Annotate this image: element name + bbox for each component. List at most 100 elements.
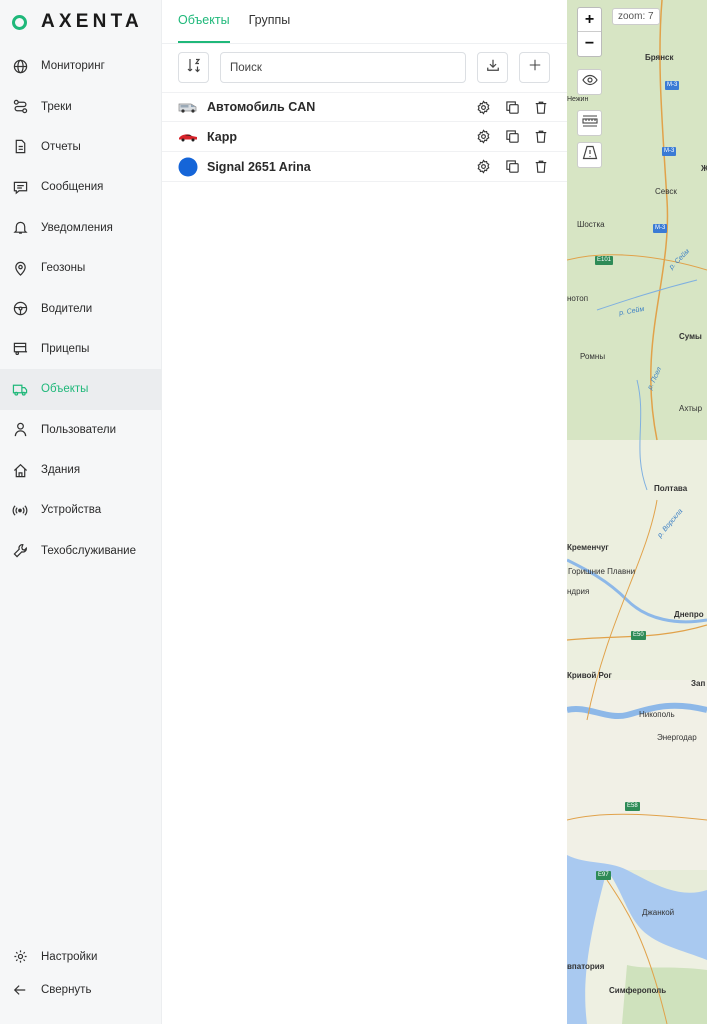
objects-list: Автомобиль CAN Карр Signal 2651 Arina bbox=[162, 92, 567, 182]
map-label: Никополь bbox=[639, 710, 675, 719]
road-warning-icon bbox=[582, 145, 598, 165]
map-label: Ахтыр bbox=[679, 404, 703, 413]
truck-icon bbox=[12, 381, 28, 397]
road-badge: М-3 bbox=[662, 147, 677, 156]
objects-panel: Объекты Группы Автомобиль CAN bbox=[162, 0, 567, 1024]
trash-icon[interactable] bbox=[532, 158, 550, 176]
broadcast-icon bbox=[12, 502, 28, 518]
tabs-divider bbox=[162, 43, 567, 44]
sidebar-item-label: Техобслуживание bbox=[41, 544, 136, 557]
steering-wheel-icon bbox=[12, 301, 28, 317]
sidebar-item-drivers[interactable]: Водители bbox=[0, 288, 162, 328]
sidebar-item-label: Мониторинг bbox=[41, 60, 105, 73]
search-input[interactable] bbox=[220, 52, 466, 83]
map-label: Полтава bbox=[654, 484, 688, 493]
sidebar-item-devices[interactable]: Устройства bbox=[0, 490, 162, 530]
trash-icon[interactable] bbox=[532, 98, 550, 116]
toolbar bbox=[178, 52, 550, 83]
visibility-button[interactable] bbox=[577, 69, 602, 95]
sidebar-item-label: Пользователи bbox=[41, 423, 117, 436]
map-label: Кривой Рог bbox=[567, 671, 612, 680]
download-button[interactable] bbox=[477, 52, 508, 83]
eye-icon bbox=[581, 73, 598, 91]
road-badge: E101 bbox=[595, 256, 614, 265]
ruler-button[interactable] bbox=[577, 110, 602, 136]
sidebar-item-label: Прицепы bbox=[41, 342, 90, 355]
sidebar-item-label: Объекты bbox=[41, 383, 89, 396]
map-view[interactable]: Брянск Нежин М-3 М-3 Ж Севск М-3 Шостка … bbox=[567, 0, 707, 1024]
sidebar-item-label: Геозоны bbox=[41, 262, 86, 275]
map-label: Ромны bbox=[580, 352, 606, 361]
copy-icon[interactable] bbox=[503, 128, 521, 146]
map-label: Нежин bbox=[567, 96, 589, 103]
trailer-icon bbox=[12, 341, 28, 357]
sidebar-item-collapse[interactable]: Свернуть bbox=[0, 973, 162, 1006]
copy-icon[interactable] bbox=[503, 158, 521, 176]
road-warning-button[interactable] bbox=[577, 142, 602, 168]
sidebar-item-reports[interactable]: Отчеты bbox=[0, 127, 162, 167]
road-badge: E50 bbox=[631, 631, 646, 640]
sidebar-item-trailers[interactable]: Прицепы bbox=[0, 329, 162, 369]
row-actions bbox=[474, 158, 561, 176]
settings-gear-icon[interactable] bbox=[474, 158, 492, 176]
map-label: Горишние Плавни bbox=[568, 567, 636, 576]
road-badge: E97 bbox=[596, 871, 611, 880]
map-label: Сумы bbox=[679, 332, 702, 341]
sidebar-item-label: Свернуть bbox=[41, 983, 92, 996]
tabs: Объекты Группы bbox=[178, 0, 309, 43]
copy-icon[interactable] bbox=[503, 98, 521, 116]
map-label: Симферополь bbox=[609, 986, 667, 995]
map-label: Зап bbox=[691, 679, 706, 688]
sidebar-item-label: Отчеты bbox=[41, 140, 81, 153]
sidebar-item-geozones[interactable]: Геозоны bbox=[0, 248, 162, 288]
map-label: Кременчуг bbox=[567, 543, 609, 552]
row-actions bbox=[474, 128, 561, 146]
road-badge: М-3 bbox=[665, 81, 680, 90]
trash-icon[interactable] bbox=[532, 128, 550, 146]
sidebar-nav: Мониторинг Треки Отчеты Сообщения Уведом… bbox=[0, 46, 162, 571]
red-car-icon bbox=[178, 127, 198, 147]
sort-icon bbox=[186, 57, 202, 78]
map-label: нотоп bbox=[567, 294, 589, 303]
globe-icon bbox=[12, 58, 28, 74]
map-label: Днепро bbox=[674, 610, 704, 619]
plus-icon bbox=[528, 58, 542, 77]
gear-icon bbox=[12, 949, 28, 965]
tab-groups[interactable]: Группы bbox=[249, 0, 291, 43]
settings-gear-icon[interactable] bbox=[474, 98, 492, 116]
zoom-in-button[interactable]: + bbox=[578, 8, 601, 32]
sidebar-item-users[interactable]: Пользователи bbox=[0, 410, 162, 450]
sidebar: AXENTA Мониторинг Треки Отчеты Сообщения bbox=[0, 0, 162, 1024]
list-item[interactable]: Карр bbox=[162, 122, 567, 152]
sidebar-item-objects[interactable]: Объекты bbox=[0, 369, 162, 410]
object-name: Карр bbox=[207, 129, 238, 144]
zoom-control: + − bbox=[577, 7, 602, 57]
sidebar-item-messages[interactable]: Сообщения bbox=[0, 167, 162, 207]
sidebar-item-tracks[interactable]: Треки bbox=[0, 86, 162, 126]
sidebar-item-buildings[interactable]: Здания bbox=[0, 450, 162, 490]
map-label: Шостка bbox=[577, 220, 605, 229]
sidebar-item-maintenance[interactable]: Техобслуживание bbox=[0, 531, 162, 571]
map-label: Ж bbox=[701, 164, 707, 173]
tab-objects[interactable]: Объекты bbox=[178, 0, 230, 43]
sidebar-item-notifications[interactable]: Уведомления bbox=[0, 208, 162, 248]
sort-button[interactable] bbox=[178, 52, 209, 83]
list-item[interactable]: Автомобиль CAN bbox=[162, 92, 567, 122]
wrench-icon bbox=[12, 543, 28, 559]
list-item[interactable]: Signal 2651 Arina bbox=[162, 152, 567, 182]
message-icon bbox=[12, 179, 28, 195]
ruler-icon bbox=[581, 114, 598, 133]
van-icon bbox=[178, 97, 198, 117]
sidebar-item-label: Настройки bbox=[41, 950, 98, 963]
sidebar-item-monitoring[interactable]: Мониторинг bbox=[0, 46, 162, 86]
settings-gear-icon[interactable] bbox=[474, 128, 492, 146]
logo[interactable]: AXENTA bbox=[12, 11, 143, 33]
sidebar-item-settings[interactable]: Настройки bbox=[0, 940, 162, 973]
sidebar-item-label: Треки bbox=[41, 100, 72, 113]
map-label: Энергодар bbox=[657, 733, 697, 742]
sidebar-item-label: Уведомления bbox=[41, 221, 113, 234]
add-object-button[interactable] bbox=[519, 52, 550, 83]
map-label: Джанкой bbox=[642, 908, 675, 917]
logo-ring-icon bbox=[12, 14, 27, 30]
zoom-out-button[interactable]: − bbox=[578, 32, 601, 56]
